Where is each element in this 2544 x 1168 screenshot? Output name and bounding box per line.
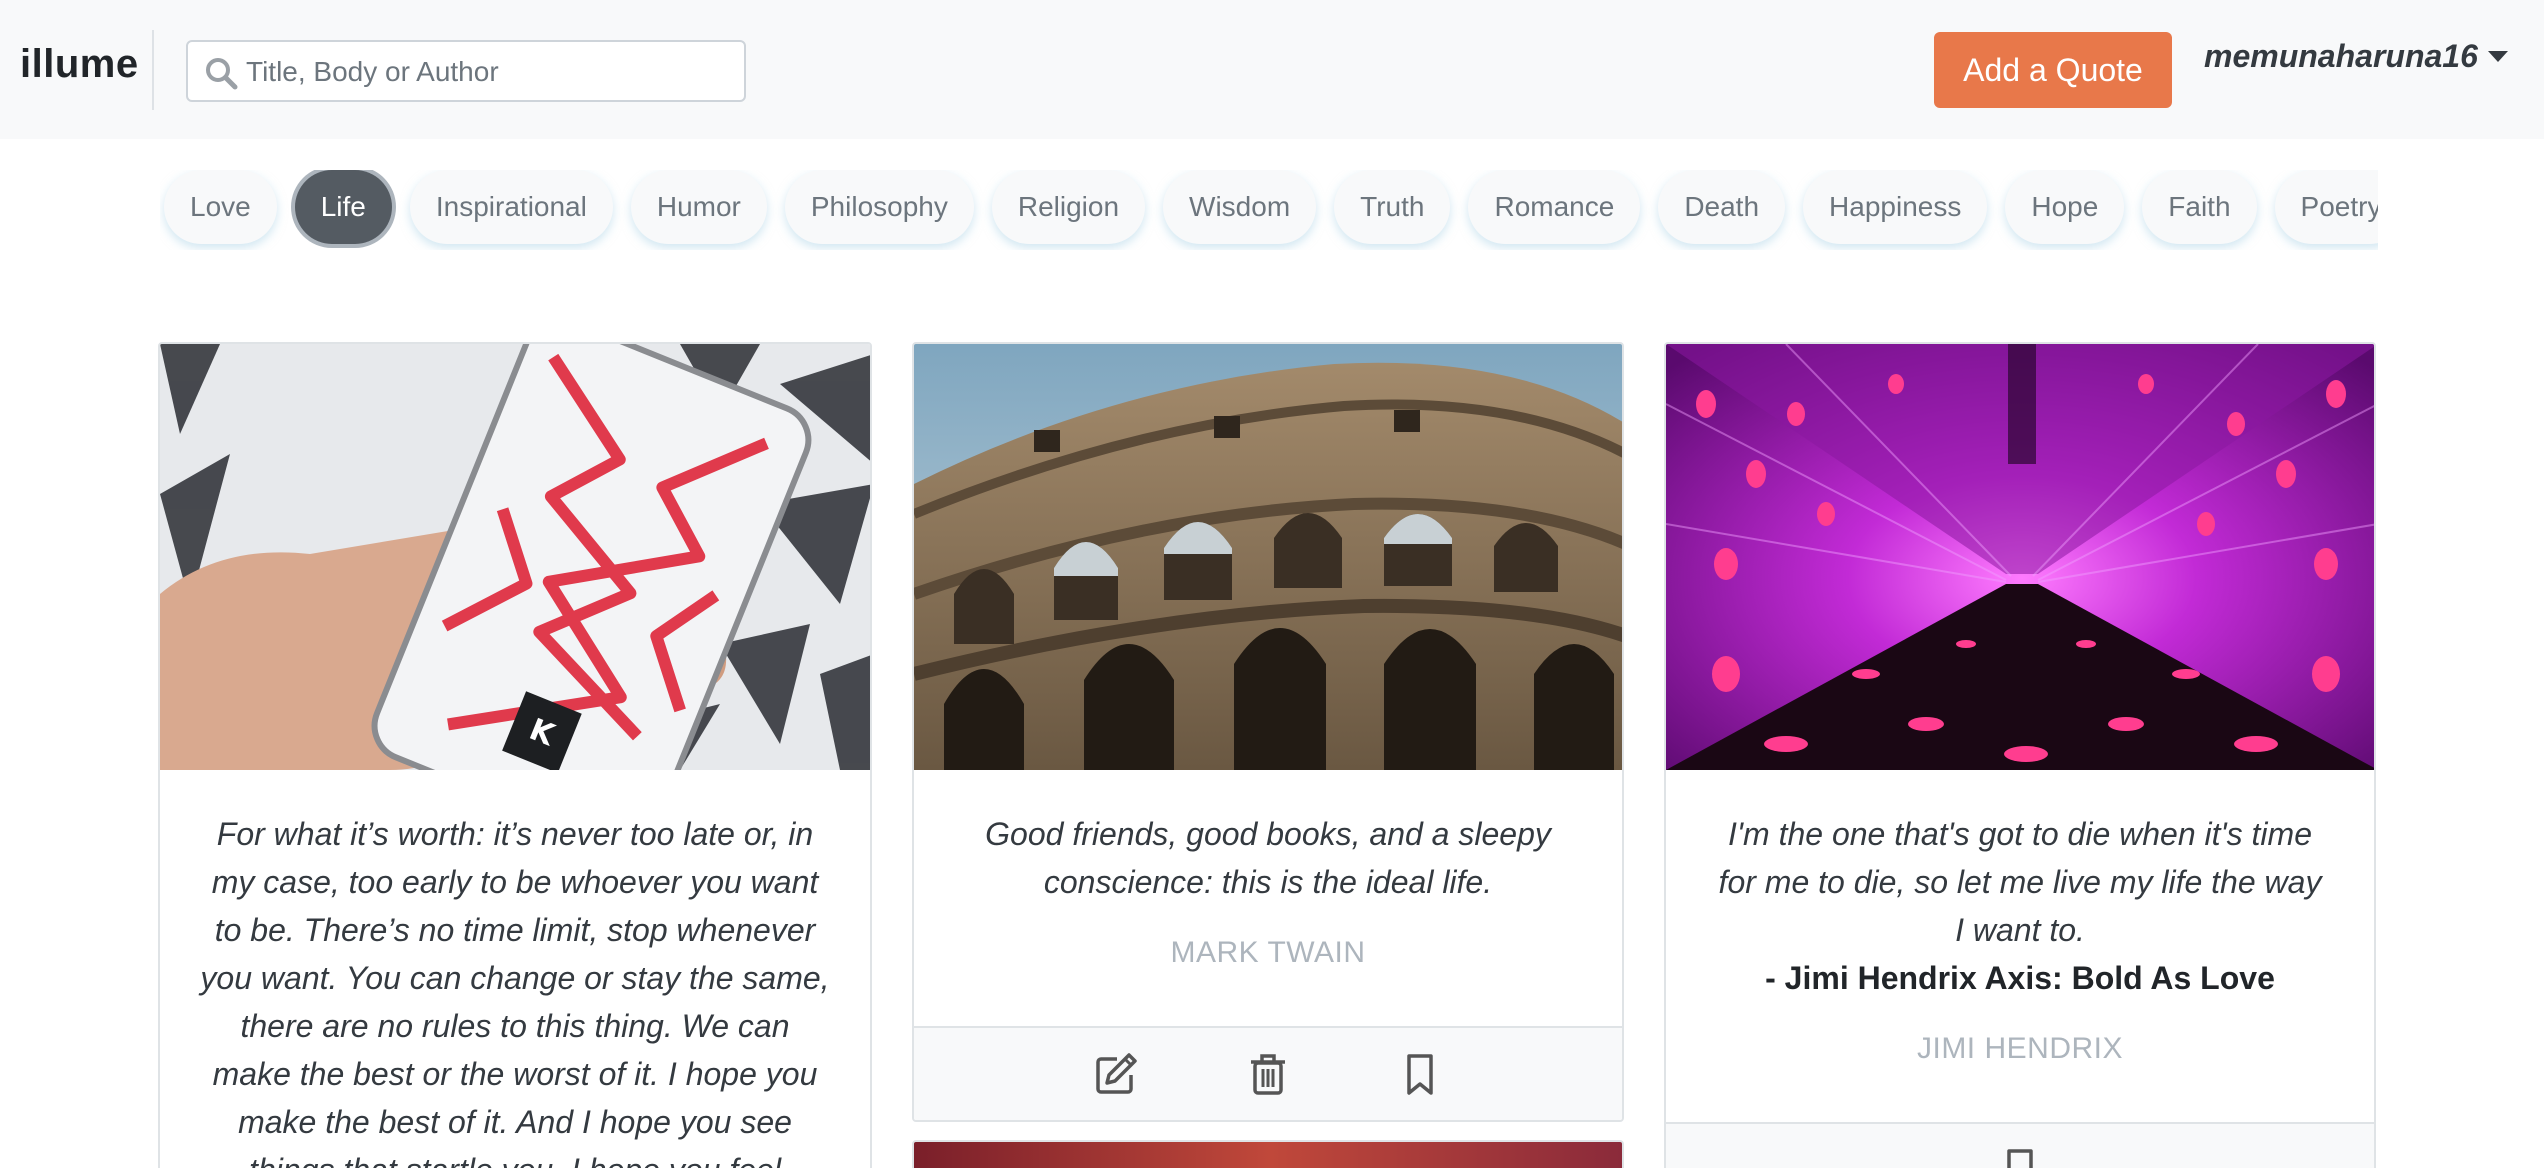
quote-line: I'm the one that's got to die when it's …	[1728, 816, 2312, 852]
quote-line: things that startle you. I hope you feel	[190, 1146, 840, 1168]
category-pill-love[interactable]: Love	[164, 170, 277, 244]
add-quote-button[interactable]: Add a Quote	[1934, 32, 2172, 108]
username: memunaharuna16	[2204, 37, 2478, 74]
search-input[interactable]	[246, 50, 726, 94]
bookmark-icon[interactable]	[1397, 1051, 1443, 1097]
caret-down-icon	[2487, 50, 2508, 62]
category-pill-truth[interactable]: Truth	[1334, 170, 1451, 244]
edit-icon[interactable]	[1093, 1051, 1139, 1097]
quote-line: conscience: this is the ideal life.	[1043, 864, 1493, 900]
category-pill-humor[interactable]: Humor	[630, 170, 767, 244]
category-pill-wisdom[interactable]: Wisdom	[1163, 170, 1317, 244]
quote-line: Good friends, good books, and a sleepy	[985, 816, 1551, 852]
quote-card-image: K	[160, 344, 870, 770]
quote-card-actions	[1666, 1122, 2374, 1168]
quote-card: K For what it’s worth: it’s never too la…	[158, 342, 872, 1168]
quote-card-body: I'm the one that's got to die when it's …	[1666, 770, 2374, 1066]
user-menu-dropdown[interactable]: memunaharuna16	[2204, 34, 2508, 78]
category-pill-hope[interactable]: Hope	[2005, 170, 2125, 244]
category-pill-inspirational[interactable]: Inspirational	[409, 170, 613, 244]
category-pill-philosophy[interactable]: Philosophy	[784, 170, 974, 244]
bookmark-icon[interactable]	[1997, 1146, 2043, 1168]
quote-card-actions	[914, 1026, 1622, 1120]
category-pill-poetry[interactable]: Poetry	[2274, 170, 2378, 244]
quote-card-image	[914, 1142, 1622, 1168]
quote-line: make the best or the worst of it. I hope…	[212, 1056, 818, 1092]
nav-divider	[152, 30, 154, 110]
category-pill-life[interactable]: Life	[294, 170, 392, 244]
quote-card-body: Good friends, good books, and a sleepy co…	[914, 770, 1622, 970]
quote-card: Good friends, good books, and a sleepy co…	[912, 342, 1624, 1122]
quote-text: Good friends, good books, and a sleepy co…	[944, 810, 1592, 906]
quote-card-image	[914, 344, 1622, 770]
search-box	[186, 40, 746, 102]
search-icon	[206, 58, 238, 90]
quote-line: For what it’s worth: it’s never too late…	[216, 816, 814, 852]
category-pill-romance[interactable]: Romance	[1468, 170, 1641, 244]
quote-line: I want to.	[1955, 912, 2085, 948]
quote-text: For what it’s worth: it’s never too late…	[190, 810, 840, 1168]
category-pill-religion[interactable]: Religion	[991, 170, 1146, 244]
quote-card	[912, 1140, 1624, 1168]
quote-text: I'm the one that's got to die when it's …	[1696, 810, 2344, 954]
navbar: illume Add a Quote memunaharuna16	[0, 0, 2544, 139]
quote-line: to be. There’s no time limit, stop whene…	[214, 912, 816, 948]
category-pill-death[interactable]: Death	[1658, 170, 1786, 244]
quote-line: make the best of it. And I hope you see	[238, 1104, 792, 1140]
quote-line: my case, too early to be whoever you wan…	[211, 864, 819, 900]
brand-logo[interactable]: illume	[20, 42, 139, 87]
quote-author[interactable]: MARK TWAIN	[944, 936, 1592, 970]
category-filter-bar: Love Life Inspirational Humor Philosophy Reli…	[160, 170, 2378, 250]
category-pill-happiness[interactable]: Happiness	[1803, 170, 1988, 244]
trash-icon[interactable]	[1245, 1051, 1291, 1097]
quote-line: there are no rules to this thing. We can	[240, 1008, 790, 1044]
quote-card: I'm the one that's got to die when it's …	[1664, 342, 2376, 1168]
quote-card-body: For what it’s worth: it’s never too late…	[160, 770, 870, 1168]
quote-source: - Jimi Hendrix Axis: Bold As Love	[1765, 960, 2275, 996]
quote-line: you want. You can change or stay the sam…	[200, 960, 830, 996]
category-pill-faith[interactable]: Faith	[2142, 170, 2257, 244]
quote-author[interactable]: JIMI HENDRIX	[1696, 1032, 2344, 1066]
quote-card-image	[1666, 344, 2374, 770]
quote-line: for me to die, so let me live my life th…	[1718, 864, 2322, 900]
